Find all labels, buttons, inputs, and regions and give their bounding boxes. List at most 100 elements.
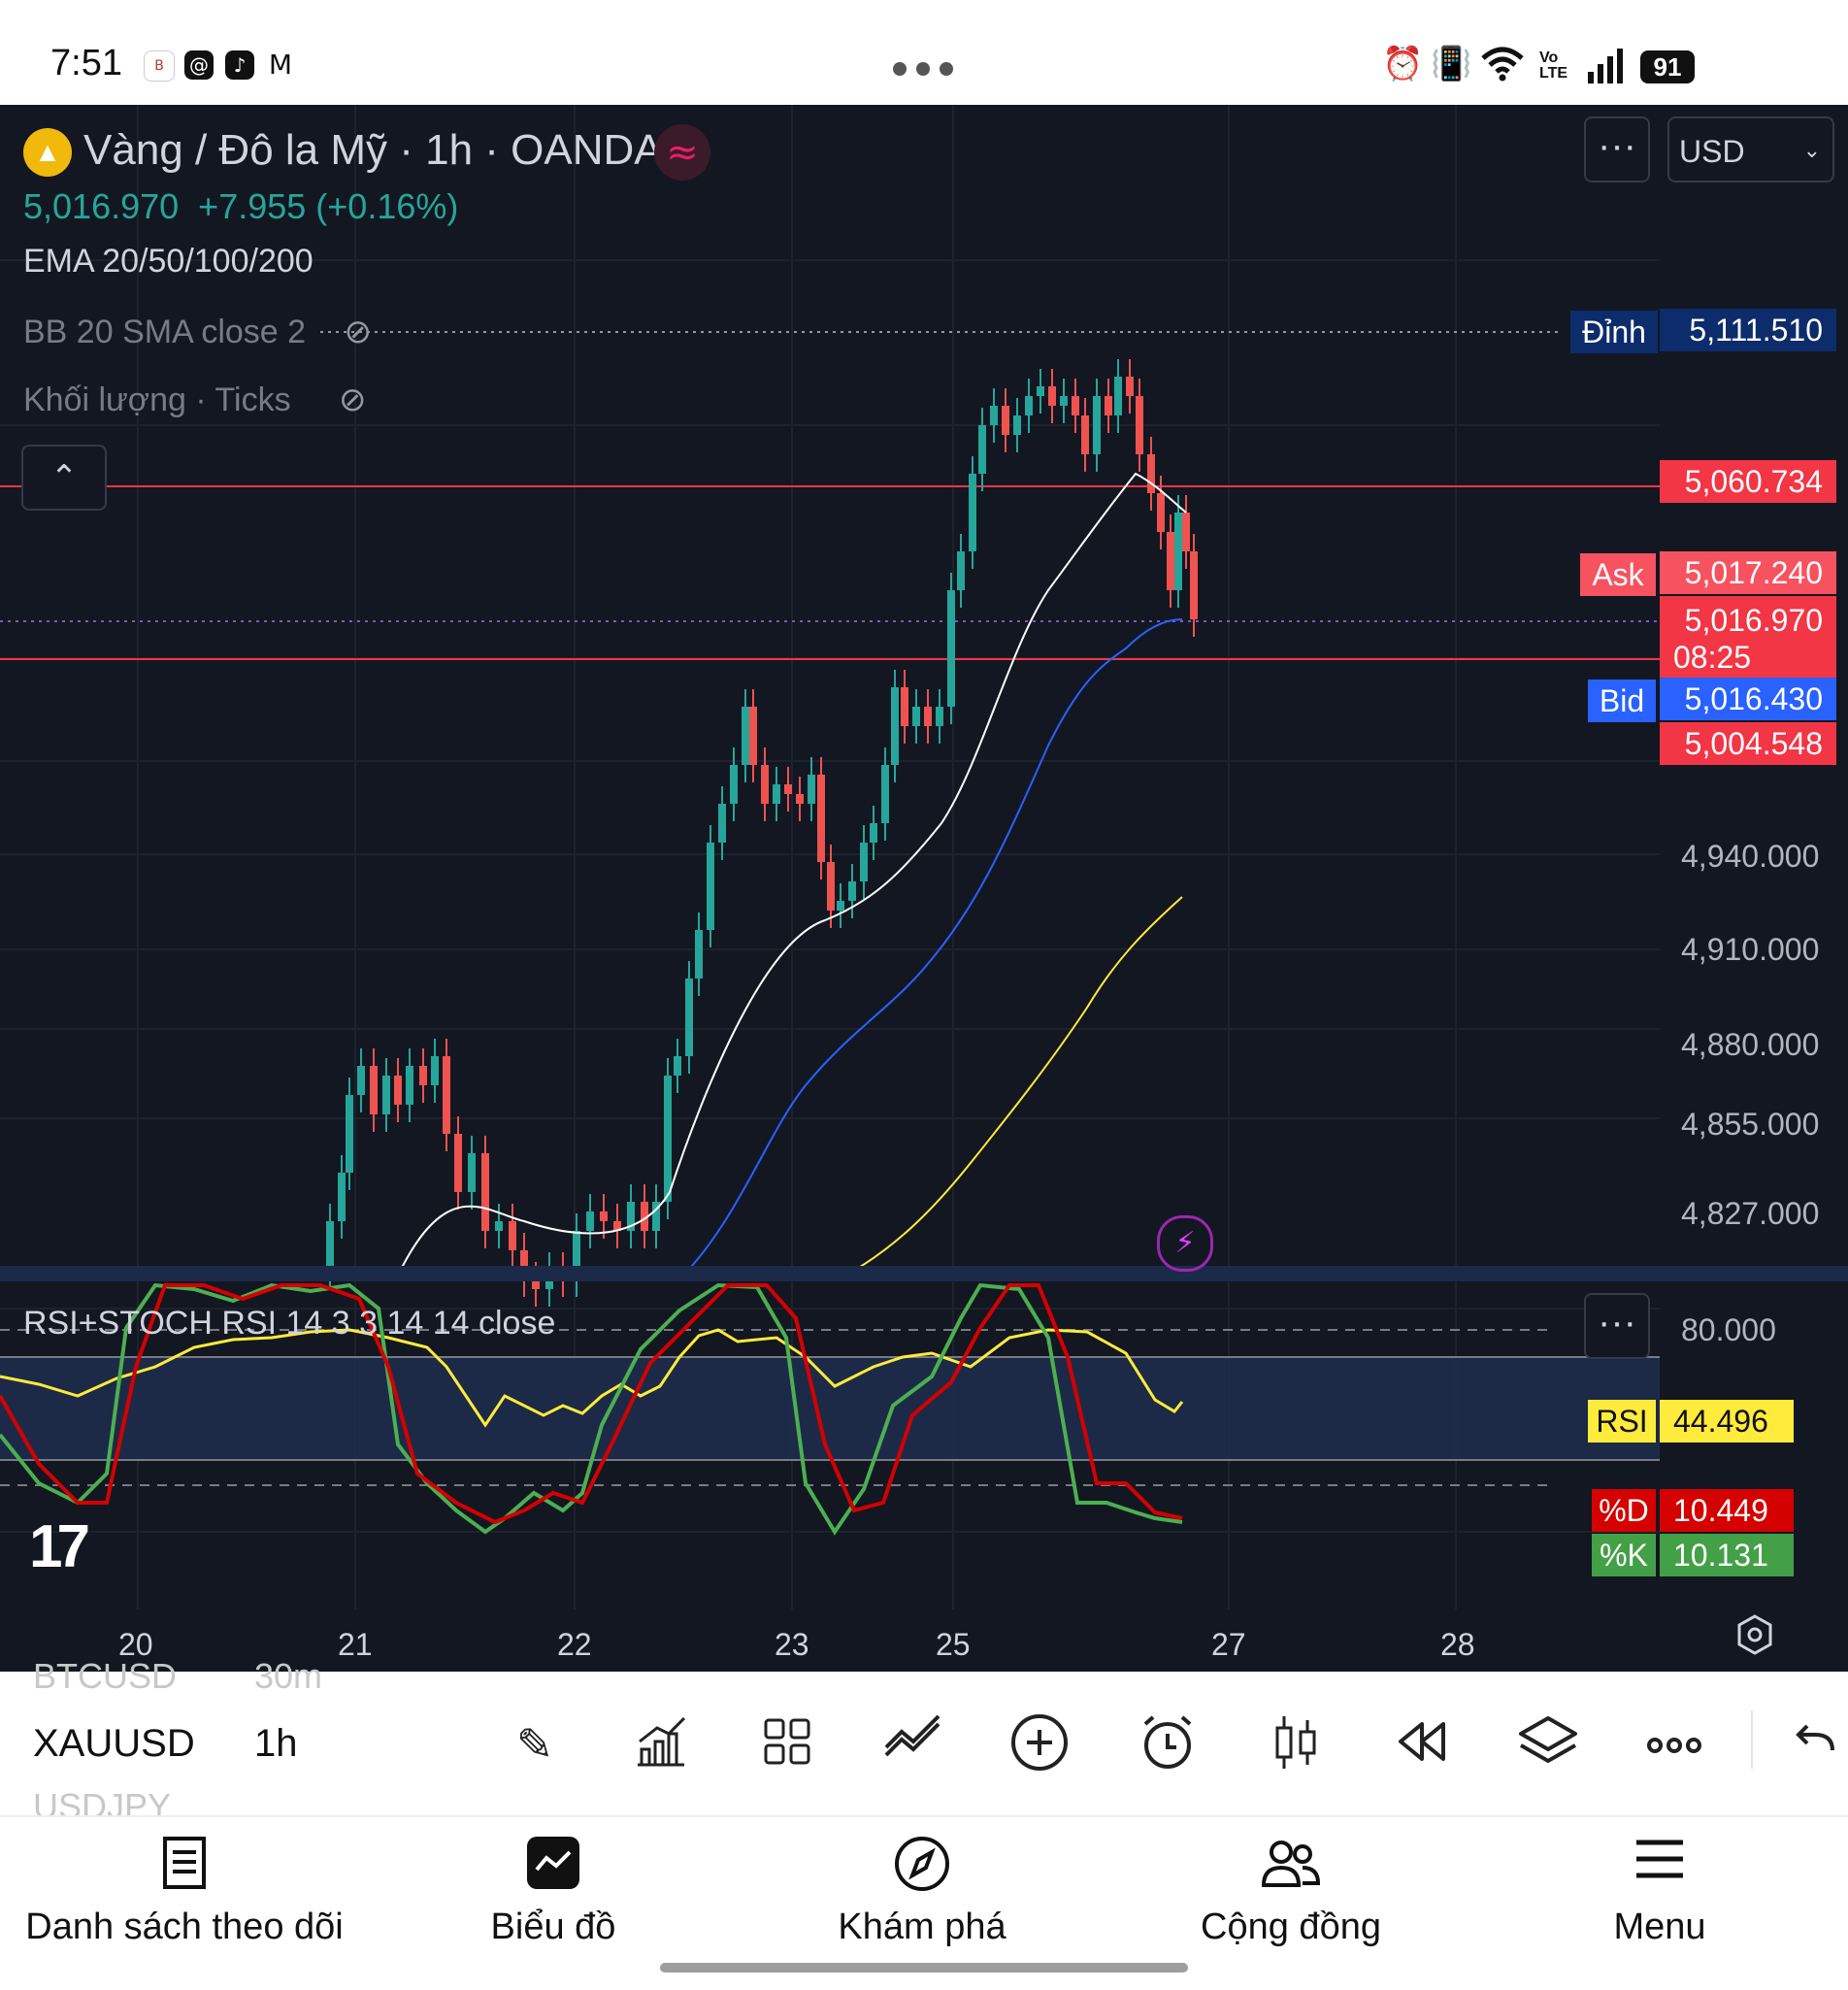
- candle-body: [1072, 396, 1079, 415]
- candle-style-icon[interactable]: [1264, 1712, 1328, 1776]
- candle-body: [848, 881, 856, 901]
- compare-icon[interactable]: [881, 1712, 945, 1776]
- rsi-band: [0, 1357, 1660, 1460]
- bar-countdown: 08:25: [1673, 640, 1752, 675]
- candle-body: [901, 687, 908, 726]
- layers-icon[interactable]: [1516, 1712, 1580, 1776]
- eye-hidden-icon[interactable]: ⊘: [345, 313, 373, 351]
- chart-settings-icon[interactable]: [1733, 1613, 1776, 1661]
- more-icon[interactable]: [1642, 1712, 1706, 1776]
- nav-explore[interactable]: Khám phá: [738, 1817, 1106, 1948]
- oscillator-more-button[interactable]: ···: [1584, 1293, 1650, 1359]
- candle-body: [1147, 454, 1155, 493]
- community-icon: [1257, 1835, 1325, 1893]
- last-price-tag-value: 5,016.970: [1684, 603, 1823, 638]
- candle-body: [454, 1134, 462, 1192]
- chevron-down-icon: ⌄: [1802, 139, 1821, 163]
- gold-symbol-icon: ▲: [23, 128, 72, 177]
- candle-body: [674, 1056, 681, 1076]
- line-price-tag: 5,004.548: [1660, 722, 1836, 765]
- date-axis-label: 21: [338, 1627, 373, 1662]
- templates-icon[interactable]: [755, 1712, 819, 1776]
- oscillator-title[interactable]: RSI+STOCH RSI 14 3 3 14 14 close: [23, 1305, 555, 1343]
- replay-icon[interactable]: [1390, 1712, 1454, 1776]
- symbol-title[interactable]: Vàng / Đô la Mỹ · 1h · OANDA: [83, 126, 663, 175]
- candle-body: [837, 901, 844, 911]
- price-axis-label: 4,855.000: [1681, 1107, 1820, 1142]
- candle-body: [509, 1221, 516, 1250]
- candle-body: [394, 1076, 402, 1105]
- symbol-selector[interactable]: XAUUSD 1h: [33, 1722, 298, 1766]
- bid-price-tag: 5,016.430: [1660, 678, 1836, 720]
- candle-body: [707, 843, 714, 930]
- nav-label: Khám phá: [838, 1907, 1006, 1947]
- add-icon[interactable]: [1007, 1712, 1072, 1776]
- indicator-volume[interactable]: Khối lượng · Ticks ⊘: [23, 381, 367, 419]
- candle-body: [1048, 386, 1056, 406]
- symbol: USDJPY: [33, 1786, 172, 1815]
- date-axis-label: 23: [775, 1627, 809, 1662]
- candle-body: [695, 930, 703, 978]
- chart-toolbar: BTCUSD 30m XAUUSD 1h USDJPY 4h ✎: [0, 1656, 1848, 1815]
- nav-menu[interactable]: Menu: [1475, 1817, 1844, 1948]
- compass-icon: [888, 1835, 956, 1893]
- price-axis-label: 4,880.000: [1681, 1027, 1820, 1062]
- candle-body: [1081, 415, 1089, 454]
- candle-body: [357, 1066, 365, 1095]
- candle-body: [1013, 415, 1021, 435]
- candle-body: [1114, 377, 1122, 415]
- menu-icon: [1626, 1835, 1694, 1893]
- chart-icon: [519, 1835, 587, 1893]
- candle-body: [586, 1211, 594, 1231]
- date-axis-label: 22: [557, 1627, 592, 1662]
- last-price-tag: 5,016.970 08:25: [1660, 596, 1836, 685]
- nav-community[interactable]: Cộng đồng: [1106, 1817, 1475, 1948]
- rsi-value-tag: 44.496: [1660, 1400, 1794, 1443]
- candle-body: [773, 784, 780, 804]
- candle-body: [761, 765, 769, 804]
- pane-separator: [0, 1266, 1848, 1281]
- draw-icon[interactable]: ✎: [503, 1712, 567, 1776]
- candle-body: [1025, 396, 1033, 415]
- candle-body: [419, 1066, 427, 1085]
- nav-label: Biểu đồ: [490, 1907, 616, 1947]
- nav-label: Menu: [1613, 1907, 1706, 1947]
- currency-value: USD: [1679, 134, 1745, 169]
- wave-icon[interactable]: ≈: [654, 124, 710, 181]
- candle-body: [1190, 551, 1198, 619]
- collapse-legend-button[interactable]: ⌃: [21, 445, 107, 511]
- nav-chart[interactable]: Biểu đồ: [369, 1817, 738, 1948]
- lightning-icon[interactable]: ⚡: [1157, 1215, 1213, 1272]
- candle-body: [936, 707, 943, 726]
- currency-select[interactable]: USD ⌄: [1667, 116, 1834, 182]
- interval: 1h: [254, 1722, 298, 1765]
- pagination-dot: [916, 62, 930, 76]
- candle-body: [978, 425, 986, 474]
- undo-icon[interactable]: [1788, 1712, 1842, 1776]
- vibrate-icon: 📳: [1431, 45, 1472, 83]
- chart-pane[interactable]: ▲ Vàng / Đô la Mỹ · 1h · OANDA ≈ 5,016.9…: [0, 105, 1848, 1672]
- stoch-k-value-tag: 10.131: [1660, 1534, 1794, 1576]
- more-options-button[interactable]: ···: [1584, 116, 1650, 182]
- price-summary: 5,016.970 +7.955 (+0.16%): [23, 186, 458, 227]
- candle-body: [406, 1066, 413, 1105]
- eye-hidden-icon[interactable]: ⊘: [339, 381, 367, 419]
- tiktok-icon: ♪: [225, 50, 254, 80]
- nav-label: Danh sách theo dõi: [25, 1907, 344, 1947]
- oscillator-level-label: 80.000: [1681, 1312, 1776, 1347]
- watchlist-row-next[interactable]: USDJPY 4h: [33, 1786, 171, 1815]
- indicator-bb[interactable]: BB 20 SMA close 2 ⊘: [23, 313, 372, 351]
- status-bar: 7:51 B @ ♪ M ⏰ 📳 Vo LTE 91: [0, 0, 1848, 105]
- candle-body: [742, 707, 749, 765]
- nav-watchlist[interactable]: Danh sách theo dõi: [0, 1817, 369, 1948]
- alert-icon[interactable]: [1136, 1712, 1200, 1776]
- candle-body: [1182, 513, 1190, 551]
- home-indicator[interactable]: [660, 1963, 1188, 1973]
- watchlist-row-prev[interactable]: BTCUSD 30m: [33, 1656, 322, 1697]
- indicators-icon[interactable]: [629, 1712, 693, 1776]
- candle-body: [891, 687, 899, 765]
- stoch-k-label: %K: [1592, 1534, 1656, 1576]
- candle-body: [1002, 406, 1009, 435]
- date-axis-label: 27: [1211, 1627, 1246, 1662]
- indicator-ema[interactable]: EMA 20/50/100/200: [23, 243, 314, 281]
